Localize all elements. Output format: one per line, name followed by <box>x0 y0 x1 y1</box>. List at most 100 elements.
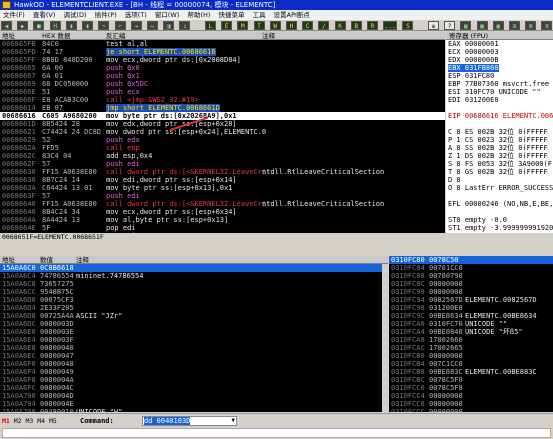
menu-tools[interactable]: 工具 <box>250 10 269 20</box>
dump-row[interactable]: 15A0A6C0 0C8B6618 <box>0 264 388 272</box>
dump-row[interactable]: 15A0A6E0 0000003E <box>0 328 388 336</box>
tab-m3[interactable]: M3 <box>26 417 34 425</box>
register-line[interactable]: ESP 031FC80 <box>446 72 553 80</box>
dump-row[interactable]: 15A0A708 00480010 UNICODE "H" <box>0 408 388 412</box>
dump-row[interactable]: 15A0A6D0 00075CF3 <box>0 296 388 304</box>
menu-help[interactable]: 帮助(H) <box>184 10 213 20</box>
disassembly-row[interactable]: 006865FF 8B0D 848D200 mov ecx,dword ptr ds… <box>0 56 445 64</box>
disassembly-row[interactable]: 0068662A FFD5 call ebp <box>0 144 445 152</box>
log-window-button[interactable]: L <box>204 21 216 30</box>
registers-pane[interactable]: 寄存器 (FPU) EAX 00000001 ECX 00000003 EDX 00… <box>446 32 553 233</box>
run-trace-button[interactable]: ... <box>383 21 398 30</box>
disassembly-row[interactable]: 0068661D 8B5424 28 mov edx,dword ptr ss:[e… <box>0 120 445 128</box>
dump-scrollbar[interactable] <box>382 264 388 412</box>
stack-row[interactable]: 0310FCBC 0078C5F0 <box>389 376 553 384</box>
disassembly-pane[interactable]: 地址 HEX 数据 反汇编 注释 006865FB 84C0 test al,al 0… <box>0 32 445 233</box>
col-header-address[interactable]: 地址 <box>2 32 15 39</box>
stack-row[interactable]: 0310FCA4 00BE0840 UNICODE "坏ß5" <box>389 328 553 336</box>
menu-shortcuts[interactable]: 快捷菜单 <box>215 10 247 20</box>
disassembly-row[interactable]: 00686607 6A 01 push 0x1 <box>0 72 445 80</box>
stack-row[interactable]: 0310FCB0 00000000 <box>389 352 553 360</box>
stack-row[interactable]: 0310FCC0 0078C5F8 <box>389 384 553 392</box>
col-header-disasm[interactable]: 反汇编 <box>106 32 126 39</box>
register-line[interactable] <box>446 104 553 112</box>
command-input[interactable]: dd 0040103D ▼ <box>142 416 237 426</box>
dump-row[interactable]: 15A0A6C4 74786554 mininet.74786554 <box>0 272 388 280</box>
disassembly-row[interactable]: 006865FD 74 17 je short ELEMENTC.00686616 <box>0 48 445 56</box>
grid-icon-5[interactable]: ⊠ <box>525 21 537 30</box>
dump-row[interactable]: 15A0A6C8 73657275 <box>0 280 388 288</box>
tab-m5[interactable]: M5 <box>49 417 57 425</box>
disassembly-row[interactable]: 00686636 8B7C24 14 mov edi,dword ptr ss:[e… <box>0 176 445 184</box>
step-over-icon[interactable]: ↶ <box>114 21 126 30</box>
breakpoints-button[interactable]: B <box>350 21 362 30</box>
disassembly-row[interactable]: 00686616 C605 A9680200 mov byte ptr ds:[0x… <box>0 112 445 120</box>
stop-icon[interactable]: ■ <box>33 21 45 30</box>
register-line[interactable]: ECX 00000003 <box>446 48 553 56</box>
register-line[interactable]: Z 1 DS 002B 32位 0(FFFFF <box>446 152 553 160</box>
disassembly-row[interactable]: 0068660F E8 ACAB3C00 call <jmp.&WS2_32.#19… <box>0 96 445 104</box>
register-line[interactable]: S 0 FS 0053 32位 3A9000(F <box>446 160 553 168</box>
menu-api-breakpoint[interactable]: 设置API断点 <box>271 10 313 20</box>
stack-row[interactable]: 0310FCC8 00000000 <box>389 400 553 408</box>
windows-button[interactable]: W <box>269 21 281 30</box>
memory-dump-pane[interactable]: 地址 数值 注释 15A0A6C0 0C8B6618 15A0A6C4 7478655… <box>0 256 388 412</box>
dump-row[interactable]: 15A0A6DC 0000003D <box>0 320 388 328</box>
disassembly-row[interactable]: 0068663A C64424 13 01 mov byte ptr ss:[esp… <box>0 184 445 192</box>
grid-icon-1[interactable]: ▦ <box>460 21 472 30</box>
stack-row[interactable]: 0310FCCC 00000000 <box>389 408 553 412</box>
stack-row[interactable]: 0310FC8C 00000000 <box>389 280 553 288</box>
stack-row[interactable]: 0310FC90 00000000 <box>389 288 553 296</box>
disassembly-row[interactable]: 00686605 6A 00 push 0x0 <box>0 64 445 72</box>
stack-row[interactable]: 0310FC80 0078C50 <box>389 256 553 264</box>
dump-row[interactable]: 15A0A6EC 00000047 <box>0 352 388 360</box>
stack-row[interactable]: 0310FC9C 00BE8634 ELEMENTC.00BE8634 <box>389 312 553 320</box>
dump-col-comment[interactable]: 注释 <box>76 256 89 263</box>
trace-over-icon[interactable]: ↦ <box>146 21 158 30</box>
register-line[interactable]: P 1 CS 0023 32位 0(FFFFF <box>446 136 553 144</box>
grid-icon-4[interactable]: ⊞ <box>509 21 520 30</box>
register-line[interactable] <box>446 208 553 216</box>
disassembly-row[interactable]: 0068664A 8A4424 13 mov al,byte ptr ss:[esp… <box>0 216 445 224</box>
stack-row[interactable]: 0310FCAC 17002665 <box>389 344 553 352</box>
dump-row[interactable]: 15A0A6FC 0000004C <box>0 384 388 392</box>
register-line[interactable]: EDI 031200E0 <box>446 96 553 104</box>
register-line[interactable]: EIP 00686616 ELEMENTC.0068 <box>446 112 553 120</box>
menu-file[interactable]: 文件(F) <box>0 10 28 20</box>
restart-icon[interactable]: ▮ <box>82 21 94 30</box>
register-line[interactable]: ST1 empty -3.99999999192096 <box>446 224 553 232</box>
disassembly-row[interactable]: 00686614 EB 07 jmp short ELEMENTC.0068661D <box>0 104 445 112</box>
stack-row[interactable]: 0310FC84 00701CC0 <box>389 264 553 272</box>
dump-row[interactable]: 15A0A700 0000004D <box>0 392 388 400</box>
dump-row[interactable]: 15A0A6F4 00000049 <box>0 368 388 376</box>
disassembly-row[interactable]: 00686609 68 DC050000 push 0x5DC <box>0 80 445 88</box>
help-icon[interactable]: ? <box>444 21 456 30</box>
tab-m2[interactable]: M2 <box>14 417 22 425</box>
menu-plugins[interactable]: 插件(P) <box>92 10 120 20</box>
disassembly-row[interactable]: 00686646 8B4C24 34 mov ecx,dword ptr ss:[e… <box>0 208 445 216</box>
register-line[interactable]: EAX 00000001 <box>446 40 553 48</box>
stack-row[interactable]: 0310FC94 0082567D ELEMENTC.0082567D <box>389 296 553 304</box>
execute-till-return-icon[interactable]: ◨ <box>163 21 175 30</box>
disassembly-row[interactable]: 0068664E 5F pop edi <box>0 224 445 232</box>
open-icon[interactable]: ◀ <box>1 21 12 30</box>
menu-view[interactable]: 查看(V) <box>30 10 59 20</box>
grid-icon-3[interactable]: ▣ <box>492 21 504 30</box>
tab-m1[interactable]: M1 <box>2 417 10 425</box>
dump-row[interactable]: 15A0A6F0 00000048 <box>0 360 388 368</box>
disassembly-row[interactable]: 00686630 FF15 A0638E00 call dword ptr ds:[… <box>0 168 445 176</box>
menu-options[interactable]: 选项(T) <box>122 10 150 20</box>
register-line[interactable]: D 0 <box>446 176 553 184</box>
dump-row[interactable]: 15A0A6E4 0000003F <box>0 336 388 344</box>
stack-row[interactable]: 0310FC88 00700790 <box>389 272 553 280</box>
stack-row[interactable]: 0310FC98 031200E0 <box>389 304 553 312</box>
stack-row[interactable]: 0310FCB4 007C1CC0 <box>389 360 553 368</box>
grid-icon-6[interactable]: ≣ <box>541 21 553 30</box>
dump-row[interactable]: 15A0A704 0000004E <box>0 400 388 408</box>
disassembly-row[interactable]: 0068662C 83C4 04 add esp,0x4 <box>0 152 445 160</box>
register-line[interactable]: EBP 77B07360 msvcrt.free <box>446 80 553 88</box>
patches-button[interactable]: / <box>318 21 330 30</box>
stack-row[interactable]: 0310FCC4 00000000 <box>389 392 553 400</box>
disassembly-row[interactable]: 00686640 FF15 A0638E00 call dword ptr ds:[… <box>0 200 445 208</box>
list-icon[interactable]: ≡ <box>427 21 439 30</box>
